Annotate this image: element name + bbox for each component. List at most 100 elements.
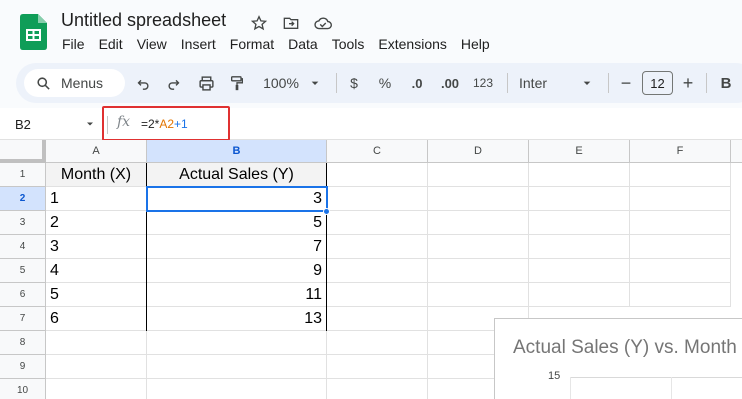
- cell-b4[interactable]: 7: [147, 235, 327, 259]
- cell-e2[interactable]: [529, 187, 630, 211]
- cell-b5[interactable]: 9: [147, 259, 327, 283]
- cloud-status-icon[interactable]: [312, 12, 334, 34]
- cell-f6[interactable]: [630, 283, 731, 307]
- cell-f2[interactable]: [630, 187, 731, 211]
- cell-a5[interactable]: 4: [46, 259, 147, 283]
- cell-a6[interactable]: 5: [46, 283, 147, 307]
- cell-d2[interactable]: [428, 187, 529, 211]
- cell-d6[interactable]: [428, 283, 529, 307]
- cell-c7[interactable]: [327, 307, 428, 331]
- undo-button[interactable]: [132, 63, 154, 103]
- paint-format-button[interactable]: [226, 63, 248, 103]
- cell-f3[interactable]: [630, 211, 731, 235]
- row-header-9[interactable]: 9: [0, 355, 46, 379]
- cell-d5[interactable]: [428, 259, 529, 283]
- row-header-3[interactable]: 3: [0, 211, 46, 235]
- cell-a4[interactable]: 3: [46, 235, 147, 259]
- decrease-decimal-button[interactable]: .0: [404, 63, 430, 103]
- menu-help[interactable]: Help: [454, 34, 497, 54]
- cell-e3[interactable]: [529, 211, 630, 235]
- cell-d1[interactable]: [428, 163, 529, 187]
- cell-a10[interactable]: [46, 379, 147, 399]
- row-header-7[interactable]: 7: [0, 307, 46, 331]
- cell-c8[interactable]: [327, 331, 428, 355]
- menu-file[interactable]: File: [55, 34, 92, 54]
- bold-button[interactable]: B: [716, 63, 736, 103]
- cell-d3[interactable]: [428, 211, 529, 235]
- cell-a2[interactable]: 1: [46, 187, 147, 211]
- row-header-8[interactable]: 8: [0, 331, 46, 355]
- paint-format-icon: [231, 75, 243, 90]
- column-header-c[interactable]: C: [327, 140, 428, 163]
- menu-view[interactable]: View: [130, 34, 174, 54]
- row-header-5[interactable]: 5: [0, 259, 46, 283]
- menu-tools[interactable]: Tools: [325, 34, 372, 54]
- cell-c4[interactable]: [327, 235, 428, 259]
- cell-a8[interactable]: [46, 331, 147, 355]
- cell-c10[interactable]: [327, 379, 428, 399]
- cell-a9[interactable]: [46, 355, 147, 379]
- cell-e1[interactable]: [529, 163, 630, 187]
- decrease-font-size-button[interactable]: −: [616, 63, 636, 103]
- cell-f1[interactable]: [630, 163, 731, 187]
- percent-format-button[interactable]: %: [374, 63, 396, 103]
- menu-insert[interactable]: Insert: [174, 34, 223, 54]
- row-header-2[interactable]: 2: [0, 187, 46, 211]
- sheets-logo-icon[interactable]: [20, 14, 47, 50]
- cell-e6[interactable]: [529, 283, 630, 307]
- row-header-4[interactable]: 4: [0, 235, 46, 259]
- cell-c1[interactable]: [327, 163, 428, 187]
- column-header-a[interactable]: A: [46, 140, 147, 163]
- cell-b7[interactable]: 13: [147, 307, 327, 331]
- zoom-select[interactable]: 100%: [260, 63, 326, 103]
- column-header-e[interactable]: E: [529, 140, 630, 163]
- cell-f5[interactable]: [630, 259, 731, 283]
- redo-button[interactable]: [162, 63, 184, 103]
- increase-decimal-button[interactable]: .00: [436, 63, 464, 103]
- cell-c5[interactable]: [327, 259, 428, 283]
- column-header-g[interactable]: [731, 140, 742, 163]
- cell-e4[interactable]: [529, 235, 630, 259]
- cell-a7[interactable]: 6: [46, 307, 147, 331]
- more-formats-button[interactable]: 123: [469, 63, 497, 103]
- print-button[interactable]: [194, 63, 218, 103]
- cell-c6[interactable]: [327, 283, 428, 307]
- menu-edit[interactable]: Edit: [92, 34, 130, 54]
- row-header-6[interactable]: 6: [0, 283, 46, 307]
- menu-format[interactable]: Format: [223, 34, 281, 54]
- star-icon[interactable]: [248, 12, 270, 34]
- cell-d4[interactable]: [428, 235, 529, 259]
- column-header-d[interactable]: D: [428, 140, 529, 163]
- document-title[interactable]: Untitled spreadsheet: [61, 10, 226, 31]
- move-folder-icon[interactable]: [280, 12, 302, 34]
- cell-a1[interactable]: Month (X): [46, 163, 147, 187]
- name-box-dropdown[interactable]: [84, 118, 96, 133]
- cell-b6[interactable]: 11: [147, 283, 327, 307]
- font-family-select[interactable]: Inter: [513, 63, 601, 103]
- fill-handle[interactable]: [323, 208, 330, 215]
- select-all-corner[interactable]: [0, 140, 46, 163]
- currency-format-button[interactable]: $: [343, 63, 365, 103]
- cell-c2[interactable]: [327, 187, 428, 211]
- cell-f4[interactable]: [630, 235, 731, 259]
- font-size-input[interactable]: 12: [642, 71, 673, 95]
- cell-b1[interactable]: Actual Sales (Y): [147, 163, 327, 187]
- cell-b8[interactable]: [147, 331, 327, 355]
- cell-b10[interactable]: [147, 379, 327, 399]
- cell-c9[interactable]: [327, 355, 428, 379]
- cell-e5[interactable]: [529, 259, 630, 283]
- embedded-chart[interactable]: Actual Sales (Y) vs. Month 15: [494, 318, 742, 399]
- cell-b3[interactable]: 5: [147, 211, 327, 235]
- cell-b9[interactable]: [147, 355, 327, 379]
- menu-data[interactable]: Data: [281, 34, 325, 54]
- increase-font-size-button[interactable]: +: [678, 63, 698, 103]
- cell-a3[interactable]: 2: [46, 211, 147, 235]
- zoom-value: 100%: [263, 75, 299, 91]
- menu-extensions[interactable]: Extensions: [371, 34, 453, 54]
- row-header-1[interactable]: 1: [0, 163, 46, 187]
- cell-c3[interactable]: [327, 211, 428, 235]
- column-header-f[interactable]: F: [630, 140, 731, 163]
- row-header-10[interactable]: 10: [0, 379, 46, 399]
- column-header-b[interactable]: B: [147, 140, 327, 163]
- search-menus-button[interactable]: Menus: [24, 69, 125, 97]
